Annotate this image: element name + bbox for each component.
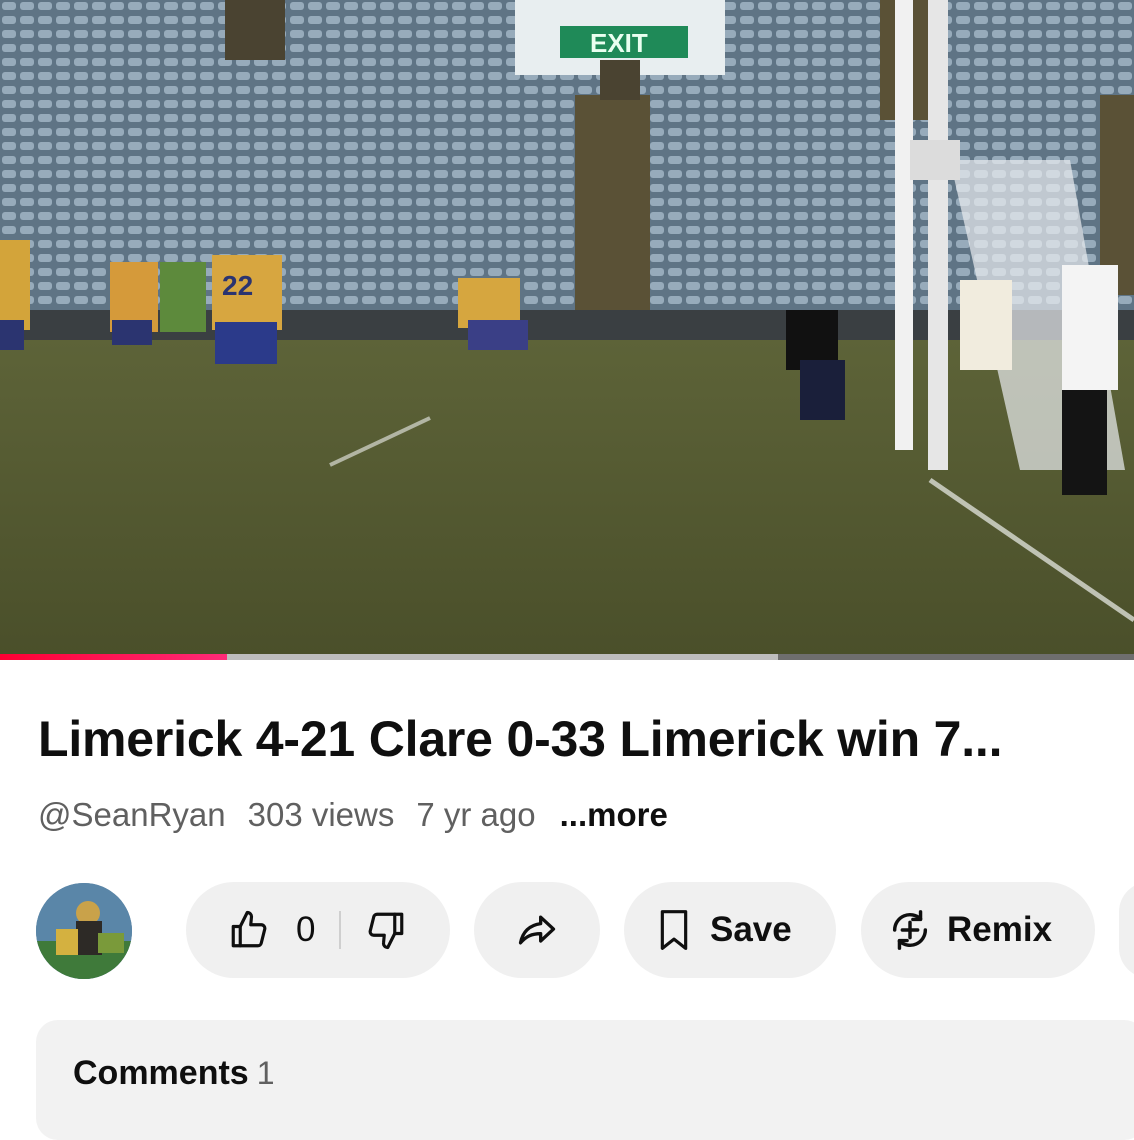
comments-panel[interactable]: Comments 1 xyxy=(36,1020,1134,1140)
upload-age: 7 yr ago xyxy=(416,796,536,833)
avatar-image xyxy=(36,883,132,979)
channel-avatar[interactable] xyxy=(36,883,132,979)
save-button[interactable]: Save xyxy=(624,882,836,978)
video-meta[interactable]: @SeanRyan 303 views 7 yr ago ...more xyxy=(38,796,690,834)
comments-heading: Comments xyxy=(73,1054,249,1092)
action-row: 0 Save Remix xyxy=(0,882,1134,979)
channel-handle[interactable]: @SeanRyan xyxy=(38,796,226,833)
comments-header: Comments 1 xyxy=(73,1054,275,1093)
video-title[interactable]: Limerick 4-21 Clare 0-33 Limerick win 7.… xyxy=(38,710,1118,768)
video-frame: EXIT 22 xyxy=(0,0,1134,660)
like-separator xyxy=(339,911,342,949)
like-dislike-pill: 0 xyxy=(186,882,450,978)
video-details-sheet: Limerick 4-21 Clare 0-33 Limerick win 7.… xyxy=(0,660,1134,1140)
dislike-button[interactable] xyxy=(365,909,407,951)
more-actions-button[interactable] xyxy=(1119,882,1134,978)
exit-sign: EXIT xyxy=(560,26,688,58)
like-count: 0 xyxy=(296,910,316,949)
thumbs-up-icon xyxy=(231,910,267,948)
more-button[interactable]: ...more xyxy=(560,796,668,833)
jersey-number: 22 xyxy=(222,270,253,301)
remix-icon xyxy=(892,910,928,950)
exit-sign-text: EXIT xyxy=(590,28,648,58)
save-label: Save xyxy=(710,910,792,949)
like-button[interactable] xyxy=(228,909,270,951)
remix-button[interactable]: Remix xyxy=(861,882,1095,978)
bookmark-icon xyxy=(660,910,688,950)
thumbs-down-icon xyxy=(369,912,404,950)
share-button[interactable] xyxy=(474,882,600,978)
view-count: 303 views xyxy=(247,796,395,833)
video-player[interactable]: EXIT 22 xyxy=(0,0,1134,660)
remix-label: Remix xyxy=(947,910,1053,949)
share-arrow-icon xyxy=(518,915,556,945)
